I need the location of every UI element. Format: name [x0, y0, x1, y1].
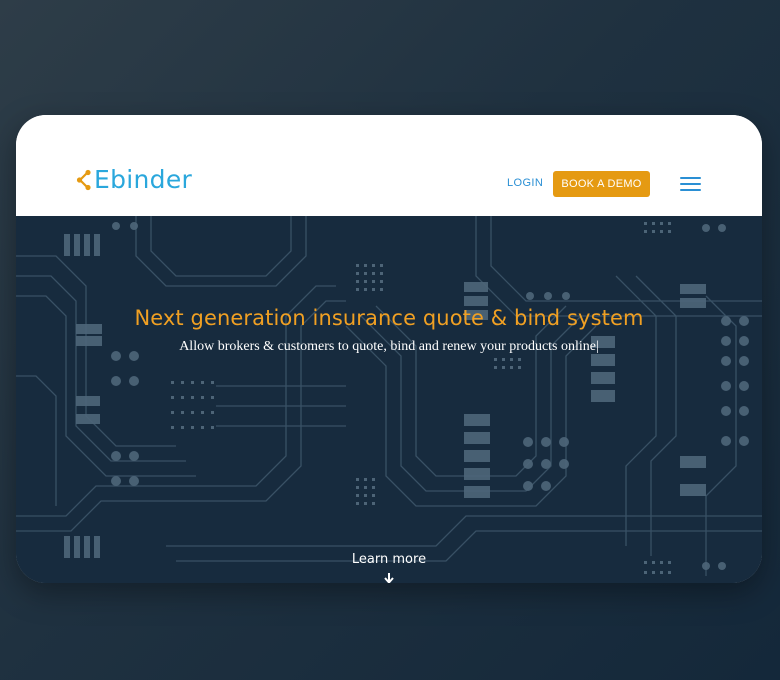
book-demo-button[interactable]: BOOK A DEMO: [553, 171, 650, 197]
learn-more-link[interactable]: Learn more: [16, 552, 762, 567]
hero-section: Next generation insurance quote & bind s…: [16, 216, 762, 583]
hero-title: Next generation insurance quote & bind s…: [134, 306, 644, 330]
browser-frame: Ebinder LOGIN BOOK A DEMO Next generatio…: [16, 115, 762, 583]
ebinder-logo[interactable]: Ebinder: [76, 167, 192, 192]
logo-text: Ebinder: [94, 165, 193, 194]
arrow-down-icon[interactable]: [383, 572, 395, 583]
circuit-board-background: [16, 216, 762, 583]
navbar: Ebinder LOGIN BOOK A DEMO: [16, 115, 762, 216]
hamburger-menu-icon[interactable]: [680, 177, 701, 192]
logo-mark-icon: [76, 169, 91, 190]
hero-subtitle: Allow brokers & customers to quote, bind…: [179, 339, 599, 354]
login-link[interactable]: LOGIN: [507, 177, 543, 189]
